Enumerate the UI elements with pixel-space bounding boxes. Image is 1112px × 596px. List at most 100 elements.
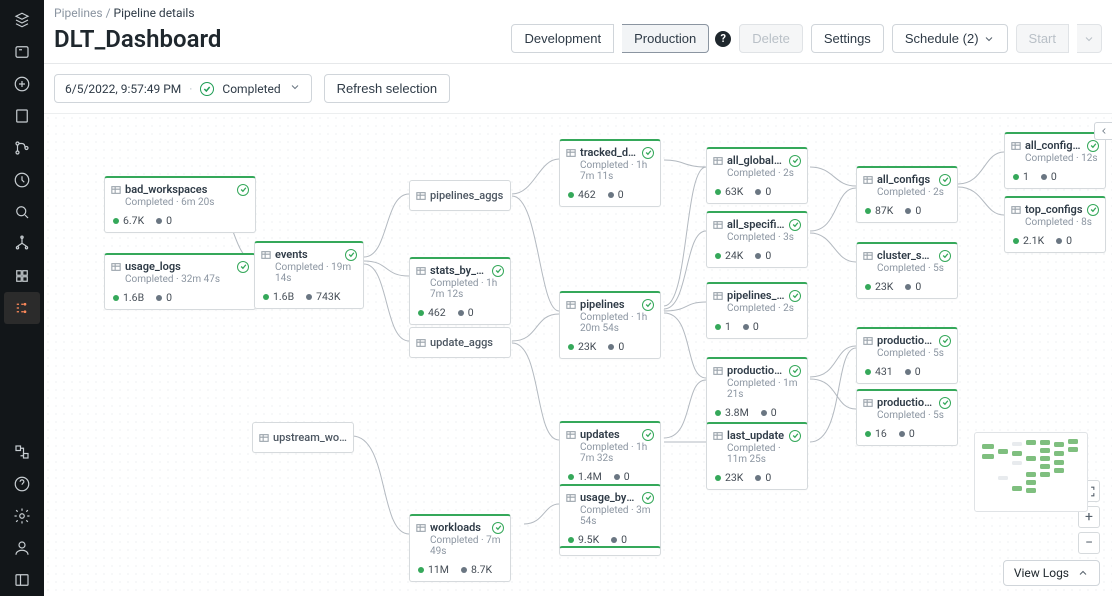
node-production-by-month[interactable]: production_by_mo... Completed · 5s 160 (856, 389, 958, 446)
check-icon (642, 492, 654, 504)
mode-toggle: Development Production (503, 24, 709, 53)
production-button[interactable]: Production (622, 24, 709, 53)
breadcrumb: Pipelines / Pipeline details (44, 0, 1112, 20)
schedule-button[interactable]: Schedule (2) (892, 24, 1008, 53)
check-icon (642, 147, 654, 159)
check-icon (789, 365, 801, 377)
node-production-by-date[interactable]: production_by_date Completed · 5s 4310 (856, 327, 958, 384)
check-icon (939, 397, 951, 409)
node-all-config-tests[interactable]: all_config_tests Completed · 12s 10 (1004, 132, 1106, 189)
table-icon (713, 220, 723, 230)
table-icon (566, 148, 576, 158)
settings-button[interactable]: Settings (811, 24, 884, 53)
sidebar-recents-icon[interactable] (4, 164, 40, 196)
sidebar-help-icon[interactable] (4, 468, 40, 500)
check-icon (492, 265, 504, 277)
sidebar-panel-toggle-icon[interactable] (4, 564, 40, 596)
run-status-selector[interactable]: 6/5/2022, 9:57:49 PM · Completed (54, 74, 312, 103)
sidebar-logo[interactable] (4, 4, 40, 36)
sidebar-user-icon[interactable] (4, 532, 40, 564)
node-cluster-spec[interactable]: cluster_specificati... Completed · 5s 23… (856, 242, 958, 299)
check-icon (1087, 140, 1099, 152)
minimap[interactable] (974, 432, 1088, 512)
sidebar-create-icon[interactable] (4, 68, 40, 100)
table-icon (713, 431, 723, 441)
node-tracked-dates[interactable]: tracked_dates Completed · 1h 7m 11s 4620 (559, 139, 661, 207)
refresh-selection-button[interactable]: Refresh selection (324, 74, 450, 103)
table-icon (566, 493, 576, 503)
table-icon (416, 523, 426, 533)
sidebar-workspace-icon[interactable] (4, 36, 40, 68)
node-update-aggs[interactable]: update_aggs (409, 327, 511, 358)
sidebar-notebook-icon[interactable] (4, 100, 40, 132)
node-partial[interactable] (559, 546, 661, 556)
table-icon (863, 336, 873, 346)
check-icon (939, 335, 951, 347)
sidebar-pipelines-icon[interactable] (4, 292, 40, 324)
check-icon (939, 174, 951, 186)
node-usage-by-region[interactable]: usage_by_region Completed · 3m 54s 9.5K0 (559, 484, 661, 552)
check-icon (345, 249, 357, 261)
table-icon (111, 262, 121, 272)
table-icon (713, 366, 723, 376)
node-all-configs[interactable]: all_configs Completed · 2s 87K0 (856, 166, 958, 223)
node-stats-by-date[interactable]: stats_by_date Completed · 1h 7m 12s 4620 (409, 257, 511, 325)
table-icon (111, 185, 121, 195)
sidebar-search-icon[interactable] (4, 196, 40, 228)
node-top-configs[interactable]: top_configs Completed · 8s 2.1K0 (1004, 196, 1106, 253)
zoom-out-button[interactable]: − (1078, 532, 1100, 554)
check-icon (237, 184, 249, 196)
node-upstream-workloads[interactable]: upstream_workloa... (252, 422, 354, 453)
pipeline-graph-canvas[interactable]: bad_workspaces Completed · 6m 20s 6.7K0 … (44, 113, 1112, 596)
table-icon (863, 398, 873, 408)
start-dropdown-button (1077, 24, 1102, 53)
node-pipelines[interactable]: pipelines Completed · 1h 20m 54s 23K0 (559, 291, 661, 359)
sidebar-settings-icon[interactable] (4, 500, 40, 532)
node-last-update[interactable]: last_update Completed · 11m 25s 23K0 (706, 422, 808, 490)
view-logs-button[interactable]: View Logs (1003, 560, 1100, 586)
check-icon (642, 299, 654, 311)
collapse-panel-button[interactable] (1094, 122, 1112, 140)
table-icon (259, 433, 269, 443)
node-pipelines-aggs[interactable]: pipelines_aggs (409, 180, 511, 211)
sidebar-data-icon[interactable] (4, 228, 40, 260)
check-icon (1087, 204, 1099, 216)
check-icon (492, 522, 504, 534)
node-production-pipeline[interactable]: production_pipelin... Completed · 1m 21s… (706, 357, 808, 425)
node-events[interactable]: events Completed · 19m 14s 1.6B743K (254, 241, 364, 309)
table-icon (1011, 141, 1021, 151)
start-button: Start (1016, 24, 1069, 53)
check-circle-icon (200, 82, 214, 96)
table-icon (416, 338, 426, 348)
sidebar-repos-icon[interactable] (4, 132, 40, 164)
mode-help-icon[interactable]: ? (715, 31, 731, 47)
table-icon (713, 156, 723, 166)
table-icon (863, 251, 873, 261)
page-title: DLT_Dashboard (54, 25, 503, 53)
run-timestamp: 6/5/2022, 9:57:49 PM (65, 82, 181, 96)
development-button[interactable]: Development (511, 24, 614, 53)
chevron-up-icon (1077, 567, 1089, 579)
table-icon (416, 266, 426, 276)
node-all-specified-clusters[interactable]: all_specified_clust... Completed · 3s 24… (706, 211, 808, 268)
delete-button: Delete (739, 24, 803, 53)
node-pipelines-tests[interactable]: pipelines_tests Completed · 2s 10 (706, 282, 808, 339)
run-status-label: Completed (222, 82, 280, 96)
node-all-global-configs[interactable]: all_global_configs Completed · 2s 63K0 (706, 147, 808, 204)
chevron-down-icon (289, 81, 301, 96)
node-updates[interactable]: updates Completed · 1h 7m 32s 1.4M0 (559, 421, 661, 489)
node-usage-logs[interactable]: usage_logs Completed · 32m 47s 1.6B0 (104, 253, 256, 310)
breadcrumb-root[interactable]: Pipelines (54, 6, 103, 20)
table-icon (566, 300, 576, 310)
table-icon (416, 191, 426, 201)
table-icon (713, 291, 723, 301)
sidebar-compute-icon[interactable] (4, 260, 40, 292)
check-icon (237, 261, 249, 273)
breadcrumb-current: Pipeline details (114, 6, 195, 20)
sidebar-nav (0, 0, 44, 596)
table-icon (863, 175, 873, 185)
node-workloads[interactable]: workloads Completed · 7m 49s 11M8.7K (409, 514, 511, 582)
sidebar-integrations-icon[interactable] (4, 436, 40, 468)
node-bad-workspaces[interactable]: bad_workspaces Completed · 6m 20s 6.7K0 (104, 176, 256, 233)
check-icon (789, 430, 801, 442)
